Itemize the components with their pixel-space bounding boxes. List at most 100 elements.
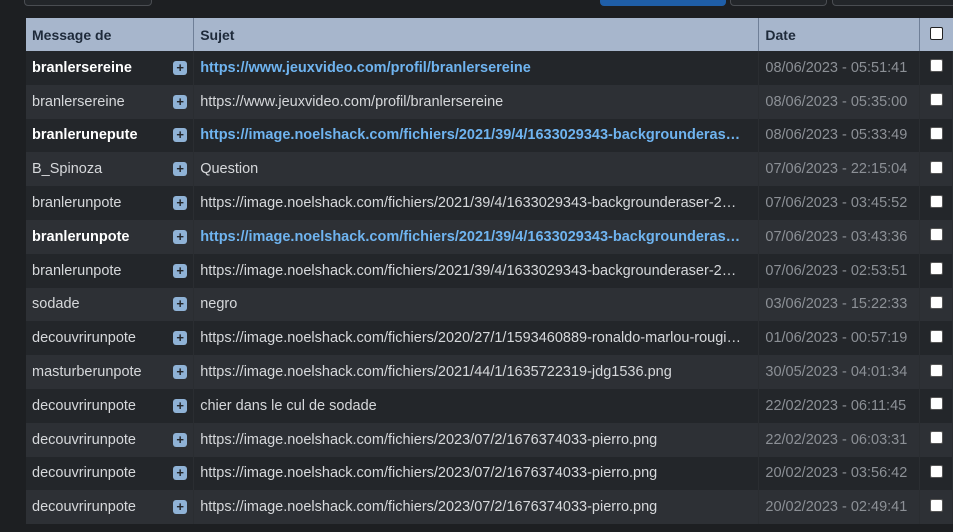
select-cell (919, 355, 953, 389)
row-checkbox[interactable] (929, 464, 943, 478)
table-row[interactable]: branlerunpote + https://image.noelshack.co… (26, 186, 953, 220)
subject-link[interactable]: https://www.jeuxvideo.com/profil/branler… (193, 84, 760, 119)
sender-name[interactable]: sodade (32, 296, 80, 312)
toolbar-button[interactable] (24, 0, 152, 6)
plus-square-icon[interactable]: + (173, 432, 188, 447)
table-row[interactable]: masturberunpote + https://image.noelshack.… (26, 355, 953, 389)
subject-link[interactable]: https://image.noelshack.com/fichiers/202… (193, 186, 760, 220)
sender-name[interactable]: decouvrirunpote (32, 432, 136, 448)
plus-square-icon[interactable]: + (173, 466, 188, 481)
sender-name[interactable]: branlerunpote (32, 229, 129, 245)
plus-square-icon[interactable]: + (173, 229, 188, 244)
sender-cell: branlersereine + (26, 51, 195, 85)
sender-name[interactable]: branlersereine (32, 60, 132, 76)
primary-action-button[interactable] (600, 0, 726, 6)
subject-link[interactable]: https://image.noelshack.com/fichiers/202… (193, 321, 760, 356)
table-row[interactable]: branlerunpote + https://image.noelshack.co… (26, 219, 953, 254)
message-date: 20/02/2023 - 03:56:42 (758, 456, 920, 491)
message-date: 03/06/2023 - 15:22:33 (758, 287, 920, 322)
row-checkbox[interactable] (929, 363, 943, 377)
table-row[interactable]: decouvrirunpote + https://image.noelshack.… (26, 490, 953, 525)
sender-name[interactable]: decouvrirunpote (32, 499, 136, 515)
plus-square-icon[interactable]: + (173, 500, 188, 515)
sender-cell: decouvrirunpote + (26, 490, 195, 525)
message-date: 08/06/2023 - 05:35:00 (758, 84, 920, 119)
sender-name[interactable]: decouvrirunpote (32, 465, 136, 481)
table-row[interactable]: branlersereine + https://www.jeuxvideo.com… (26, 84, 953, 119)
subject-link[interactable]: https://image.noelshack.com/fichiers/202… (193, 422, 760, 457)
plus-square-icon[interactable]: + (173, 94, 188, 109)
select-cell (919, 388, 953, 423)
row-checkbox[interactable] (929, 228, 943, 242)
plus-square-icon[interactable]: + (173, 297, 188, 312)
row-checkbox[interactable] (929, 329, 943, 343)
select-cell (919, 219, 953, 254)
top-toolbar (0, 0, 953, 18)
message-date: 30/05/2023 - 04:01:34 (758, 355, 920, 389)
plus-square-icon[interactable]: + (173, 162, 188, 177)
table-row[interactable]: decouvrirunpote + https://image.noelshack.… (26, 321, 953, 356)
sender-name[interactable]: branlersereine (32, 94, 125, 110)
message-date: 07/06/2023 - 02:53:51 (758, 253, 920, 288)
table-row[interactable]: decouvrirunpote + chier dans le cul de sod… (26, 388, 953, 423)
select-all-checkbox[interactable] (929, 26, 943, 40)
plus-square-icon[interactable]: + (173, 128, 188, 143)
subject-link[interactable]: https://image.noelshack.com/fichiers/202… (193, 118, 760, 153)
row-checkbox[interactable] (929, 59, 943, 73)
toolbar-button[interactable] (730, 0, 827, 6)
row-checkbox[interactable] (929, 397, 943, 411)
sender-name[interactable]: branlerunpote (32, 263, 122, 279)
plus-square-icon[interactable]: + (173, 365, 188, 380)
sender-cell: masturberunpote + (26, 355, 195, 389)
messages-table: Message de Sujet Date branlersereine + htt… (26, 18, 953, 525)
row-checkbox[interactable] (929, 194, 943, 208)
subject-link[interactable]: Question (193, 152, 760, 187)
subject-link[interactable]: https://www.jeuxvideo.com/profil/branler… (193, 51, 760, 85)
row-checkbox[interactable] (929, 262, 943, 276)
sender-name[interactable]: decouvrirunpote (32, 398, 136, 414)
row-checkbox[interactable] (929, 126, 943, 140)
table-row[interactable]: branlersereine + https://www.jeuxvideo.com… (26, 51, 953, 85)
row-checkbox[interactable] (929, 93, 943, 107)
column-header-date[interactable]: Date (758, 18, 920, 51)
sender-name[interactable]: branlerunepute (32, 127, 138, 143)
column-header-subject[interactable]: Sujet (193, 18, 760, 51)
plus-square-icon[interactable]: + (173, 60, 188, 75)
column-header-from[interactable]: Message de (26, 18, 195, 51)
plus-square-icon[interactable]: + (173, 398, 188, 413)
subject-link[interactable]: chier dans le cul de sodade (193, 388, 760, 423)
table-row[interactable]: B_Spinoza + Question 07/06/2023 - 22:15:04 (26, 152, 953, 187)
select-cell (919, 456, 953, 491)
table-row[interactable]: decouvrirunpote + https://image.noelshack.… (26, 456, 953, 491)
row-checkbox[interactable] (929, 160, 943, 174)
select-cell (919, 51, 953, 85)
subject-link[interactable]: https://image.noelshack.com/fichiers/202… (193, 355, 760, 389)
sender-cell: B_Spinoza + (26, 152, 195, 187)
sender-cell: branlerunpote + (26, 219, 195, 254)
plus-square-icon[interactable]: + (173, 263, 188, 278)
row-checkbox[interactable] (929, 498, 943, 512)
table-row[interactable]: branlerunepute + https://image.noelshack.c… (26, 118, 953, 153)
plus-square-icon[interactable]: + (173, 196, 188, 211)
subject-link[interactable]: https://image.noelshack.com/fichiers/202… (193, 456, 760, 491)
sender-name[interactable]: decouvrirunpote (32, 330, 136, 346)
subject-link[interactable]: https://image.noelshack.com/fichiers/202… (193, 253, 760, 288)
toolbar-button[interactable] (832, 0, 953, 6)
subject-link[interactable]: negro (193, 287, 760, 322)
sender-cell: decouvrirunpote + (26, 456, 195, 491)
table-row[interactable]: branlerunpote + https://image.noelshack.co… (26, 253, 953, 288)
row-checkbox[interactable] (929, 295, 943, 309)
subject-link[interactable]: https://image.noelshack.com/fichiers/202… (193, 490, 760, 525)
sender-name[interactable]: B_Spinoza (32, 161, 102, 177)
plus-square-icon[interactable]: + (173, 331, 188, 346)
subject-link[interactable]: https://image.noelshack.com/fichiers/202… (193, 219, 760, 254)
table-row[interactable]: sodade + negro 03/06/2023 - 15:22:33 (26, 287, 953, 322)
select-cell (919, 321, 953, 356)
table-header-row: Message de Sujet Date (26, 18, 953, 51)
message-date: 07/06/2023 - 03:45:52 (758, 186, 920, 220)
row-checkbox[interactable] (929, 431, 943, 445)
sender-name[interactable]: branlerunpote (32, 195, 122, 211)
select-cell (919, 186, 953, 220)
sender-name[interactable]: masturberunpote (32, 364, 142, 380)
table-row[interactable]: decouvrirunpote + https://image.noelshack.… (26, 422, 953, 457)
